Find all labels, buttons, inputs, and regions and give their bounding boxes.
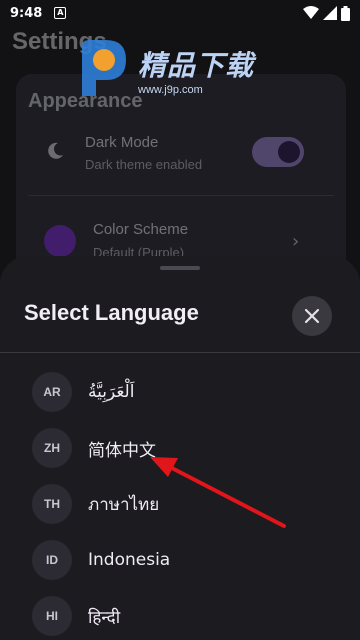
- battery-icon: [341, 5, 350, 21]
- language-item-ar[interactable]: AR اَلْعَرَبِيَّةُ: [0, 364, 360, 420]
- watermark-url: www.j9p.com: [138, 84, 203, 96]
- dark-mode-toggle[interactable]: [252, 137, 304, 167]
- wifi-icon: [303, 6, 319, 19]
- language-bottom-sheet: Select Language AR اَلْعَرَبِيَّةُ ZH 简体…: [0, 256, 360, 640]
- language-name: हिन्दी: [88, 607, 121, 628]
- drag-handle[interactable]: [160, 266, 200, 270]
- toggle-knob: [278, 141, 300, 163]
- moon-icon: [48, 142, 63, 159]
- status-time: 9:48: [10, 5, 43, 21]
- divider: [28, 195, 334, 196]
- language-code-badge: ID: [32, 540, 72, 580]
- status-icons: [303, 5, 350, 21]
- sheet-title: Select Language: [24, 300, 199, 325]
- language-item-hi[interactable]: HI हिन्दी: [0, 588, 360, 640]
- signal-icon: [323, 6, 337, 20]
- dark-mode-subtitle: Dark theme enabled: [85, 157, 203, 172]
- language-code-badge: ZH: [32, 428, 72, 468]
- a-letter-icon: A: [54, 7, 67, 19]
- watermark-text: 精品下载 www.j9p.com: [138, 44, 254, 96]
- watermark-logo-icon: [82, 40, 126, 96]
- language-item-th[interactable]: TH ภาษาไทย: [0, 476, 360, 532]
- color-scheme-label: Color Scheme: [93, 221, 189, 238]
- watermark: 精品下载 www.j9p.com: [68, 36, 254, 100]
- status-bar: 9:48 A: [0, 0, 360, 26]
- language-name: اَلْعَرَبِيَّةُ: [88, 382, 135, 402]
- close-button[interactable]: [292, 296, 332, 336]
- language-code-badge: AR: [32, 372, 72, 412]
- watermark-title: 精品下载: [138, 49, 255, 82]
- chevron-right-icon: ›: [292, 231, 300, 252]
- language-code-badge: HI: [32, 596, 72, 636]
- language-list: AR اَلْعَرَبِيَّةُ ZH 简体中文 TH ภาษาไทย ID…: [0, 364, 360, 640]
- language-item-id[interactable]: ID Indonesia: [0, 532, 360, 588]
- dark-mode-label: Dark Mode: [85, 134, 159, 151]
- color-scheme-swatch: [44, 225, 76, 257]
- language-item-zh[interactable]: ZH 简体中文: [0, 420, 360, 476]
- language-name: 简体中文: [88, 440, 156, 461]
- sheet-divider: [0, 352, 360, 353]
- close-icon: [304, 308, 320, 324]
- language-name: Indonesia: [88, 550, 171, 570]
- language-name: ภาษาไทย: [88, 494, 160, 515]
- language-code-badge: TH: [32, 484, 72, 524]
